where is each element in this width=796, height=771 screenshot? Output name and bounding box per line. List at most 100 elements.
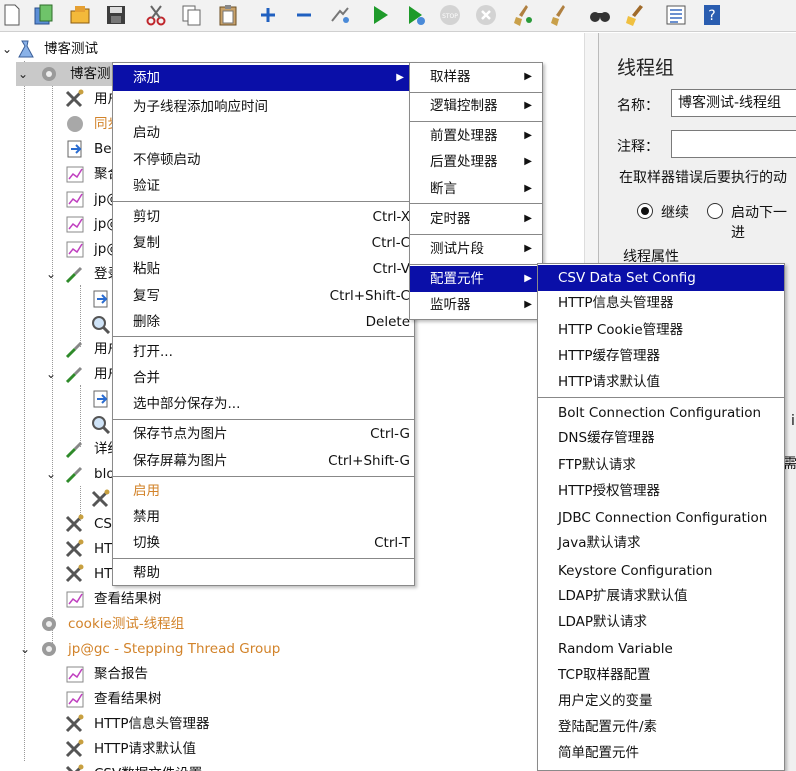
- menu-item-config-element[interactable]: 配置元件 ▶: [410, 266, 542, 292]
- tree-node[interactable]: HTTP信息头管理器: [0, 712, 400, 736]
- menu-item-validate[interactable]: 验证: [113, 173, 414, 199]
- tree-node[interactable]: [0, 287, 120, 311]
- menu-item-logic-controller[interactable]: 逻辑控制器 ▶: [410, 93, 542, 119]
- menu-item-start[interactable]: 启动: [113, 120, 414, 146]
- menu-item-bolt-connection[interactable]: Bolt Connection Configuration: [538, 400, 784, 426]
- tree-node[interactable]: HTT: [0, 562, 120, 586]
- tree-node[interactable]: jp@: [0, 237, 120, 261]
- templates-icon[interactable]: [32, 3, 56, 27]
- menu-item-disable[interactable]: 禁用: [113, 504, 414, 530]
- radio-start-next[interactable]: [707, 203, 723, 219]
- menu-item-pre-processor[interactable]: 前置处理器 ▶: [410, 123, 542, 149]
- menu-item-merge[interactable]: 合并: [113, 365, 414, 391]
- tree-node[interactable]: CSV: [0, 512, 121, 536]
- collapse-toggle-icon[interactable]: ⌄: [16, 62, 30, 86]
- menu-item-timer[interactable]: 定时器 ▶: [410, 206, 542, 232]
- menu-item-save-selection[interactable]: 选中部分保存为...: [113, 391, 414, 417]
- menu-item-ftp-defaults[interactable]: FTP默认请求: [538, 452, 784, 478]
- menu-item-http-header-manager[interactable]: HTTP信息头管理器: [538, 290, 784, 316]
- menu-item-copy[interactable]: 复制 Ctrl-C: [113, 230, 414, 256]
- tree-node[interactable]: ⌄ 用户: [0, 362, 121, 386]
- tree-node[interactable]: jp@: [0, 187, 120, 211]
- paste-icon[interactable]: [216, 3, 240, 27]
- tree-node[interactable]: [0, 312, 120, 336]
- menu-item-http-cookie-manager[interactable]: HTTP Cookie管理器: [538, 317, 784, 343]
- tree-node[interactable]: ⌄ 登录: [0, 262, 121, 286]
- menu-item-keystore-config[interactable]: Keystore Configuration: [538, 558, 784, 584]
- menu-item-remove[interactable]: 删除 Delete: [113, 309, 414, 335]
- menu-item-http-request-defaults[interactable]: HTTP请求默认值: [538, 369, 784, 395]
- menu-item-java-defaults[interactable]: Java默认请求: [538, 530, 784, 556]
- clear-all-icon[interactable]: [548, 3, 572, 27]
- menu-item-add[interactable]: 添加 ▶: [113, 65, 414, 91]
- expand-icon[interactable]: [256, 3, 280, 27]
- menu-item-test-fragment[interactable]: 测试片段 ▶: [410, 236, 542, 262]
- tree-node[interactable]: jp@: [0, 212, 120, 236]
- start-no-pause-icon[interactable]: [404, 3, 428, 27]
- menu-item-save-screen-image[interactable]: 保存屏幕为图片 Ctrl+Shift-G: [113, 448, 414, 474]
- tree-node-cookie-thread-group[interactable]: cookie测试-线程组: [0, 612, 400, 636]
- comment-field[interactable]: [671, 130, 796, 158]
- menu-item-open[interactable]: 打开...: [113, 339, 414, 365]
- tree-node[interactable]: 聚合: [0, 162, 121, 186]
- menu-item-ldap-ext-defaults[interactable]: LDAP扩展请求默认值: [538, 583, 784, 609]
- menu-item-login-config[interactable]: 登陆配置元件/素: [538, 714, 784, 740]
- tree-node[interactable]: 详细: [0, 437, 121, 461]
- tree-node[interactable]: 查看结果树: [0, 687, 400, 711]
- menu-item-cut[interactable]: 剪切 Ctrl-X: [113, 204, 414, 230]
- collapse-toggle-icon[interactable]: ⌄: [44, 262, 58, 286]
- collapse-toggle-icon[interactable]: ⌄: [44, 362, 58, 386]
- toggle-icon[interactable]: [328, 3, 352, 27]
- menu-item-user-defined-vars[interactable]: 用户定义的变量: [538, 688, 784, 714]
- menu-item-sampler[interactable]: 取样器 ▶: [410, 64, 542, 90]
- menu-item-dns-cache-manager[interactable]: DNS缓存管理器: [538, 425, 784, 451]
- name-field[interactable]: 博客测试-线程组: [671, 89, 796, 117]
- new-icon[interactable]: [0, 3, 24, 27]
- menu-item-tcp-sampler-config[interactable]: TCP取样器配置: [538, 662, 784, 688]
- menu-item-http-cache-manager[interactable]: HTTP缓存管理器: [538, 343, 784, 369]
- start-icon[interactable]: [368, 3, 392, 27]
- tree-node[interactable]: 同步: [0, 112, 121, 136]
- tree-node-root[interactable]: ⌄ 博客测试: [0, 37, 584, 61]
- tree-node-thread-group[interactable]: ⌄ 博客测: [16, 62, 114, 86]
- collapse-toggle-icon[interactable]: ⌄: [44, 462, 58, 486]
- stop-icon[interactable]: STOP: [438, 3, 462, 27]
- tree-node[interactable]: ⌄ blo: [0, 462, 120, 486]
- cut-icon[interactable]: [144, 3, 168, 27]
- tree-node[interactable]: CSV数据文件设置: [0, 762, 400, 771]
- menu-item-random-variable[interactable]: Random Variable: [538, 636, 784, 662]
- menu-item-simple-config[interactable]: 简单配置元件: [538, 740, 784, 766]
- menu-item-toggle[interactable]: 切换 Ctrl-T: [113, 530, 414, 556]
- tree-node[interactable]: Bea: [0, 137, 120, 161]
- menu-item-csv-data-set[interactable]: CSV Data Set Config: [538, 265, 784, 291]
- tree-node[interactable]: 用户: [0, 87, 121, 111]
- menu-item-http-auth-manager[interactable]: HTTP授权管理器: [538, 478, 784, 504]
- collapse-toggle-icon[interactable]: ⌄: [0, 37, 14, 61]
- menu-item-jdbc-connection[interactable]: JDBC Connection Configuration: [538, 505, 784, 531]
- help-icon[interactable]: ?: [700, 3, 724, 27]
- menu-item-assertion[interactable]: 断言 ▶: [410, 176, 542, 202]
- collapse-toggle-icon[interactable]: ⌄: [18, 637, 32, 661]
- radio-continue[interactable]: [637, 203, 653, 219]
- search-icon[interactable]: [588, 3, 612, 27]
- reset-search-icon[interactable]: [624, 3, 648, 27]
- tree-node[interactable]: 聚合报告: [0, 662, 400, 686]
- shutdown-icon[interactable]: [474, 3, 498, 27]
- tree-node[interactable]: HTT: [0, 537, 120, 561]
- menu-item-listener[interactable]: 监听器 ▶: [410, 292, 542, 318]
- open-icon[interactable]: [68, 3, 92, 27]
- tree-node[interactable]: [0, 412, 120, 436]
- menu-item-save-node-image[interactable]: 保存节点为图片 Ctrl-G: [113, 421, 414, 447]
- menu-item-duplicate[interactable]: 复写 Ctrl+Shift-C: [113, 283, 414, 309]
- copy-icon[interactable]: [180, 3, 204, 27]
- save-icon[interactable]: [104, 3, 128, 27]
- menu-item-start-no-pause[interactable]: 不停顿启动: [113, 147, 414, 173]
- collapse-icon[interactable]: [292, 3, 316, 27]
- tree-node[interactable]: HTTP请求默认值: [0, 737, 400, 761]
- tree-node-stepping-thread-group[interactable]: ⌄ jp@gc - Stepping Thread Group: [0, 637, 400, 661]
- clear-icon[interactable]: [512, 3, 536, 27]
- tree-node[interactable]: 查看结果树: [0, 587, 300, 611]
- menu-item-ldap-defaults[interactable]: LDAP默认请求: [538, 609, 784, 635]
- menu-item-add-think-time[interactable]: 为子线程添加响应时间: [113, 94, 414, 120]
- menu-item-help[interactable]: 帮助: [113, 560, 414, 586]
